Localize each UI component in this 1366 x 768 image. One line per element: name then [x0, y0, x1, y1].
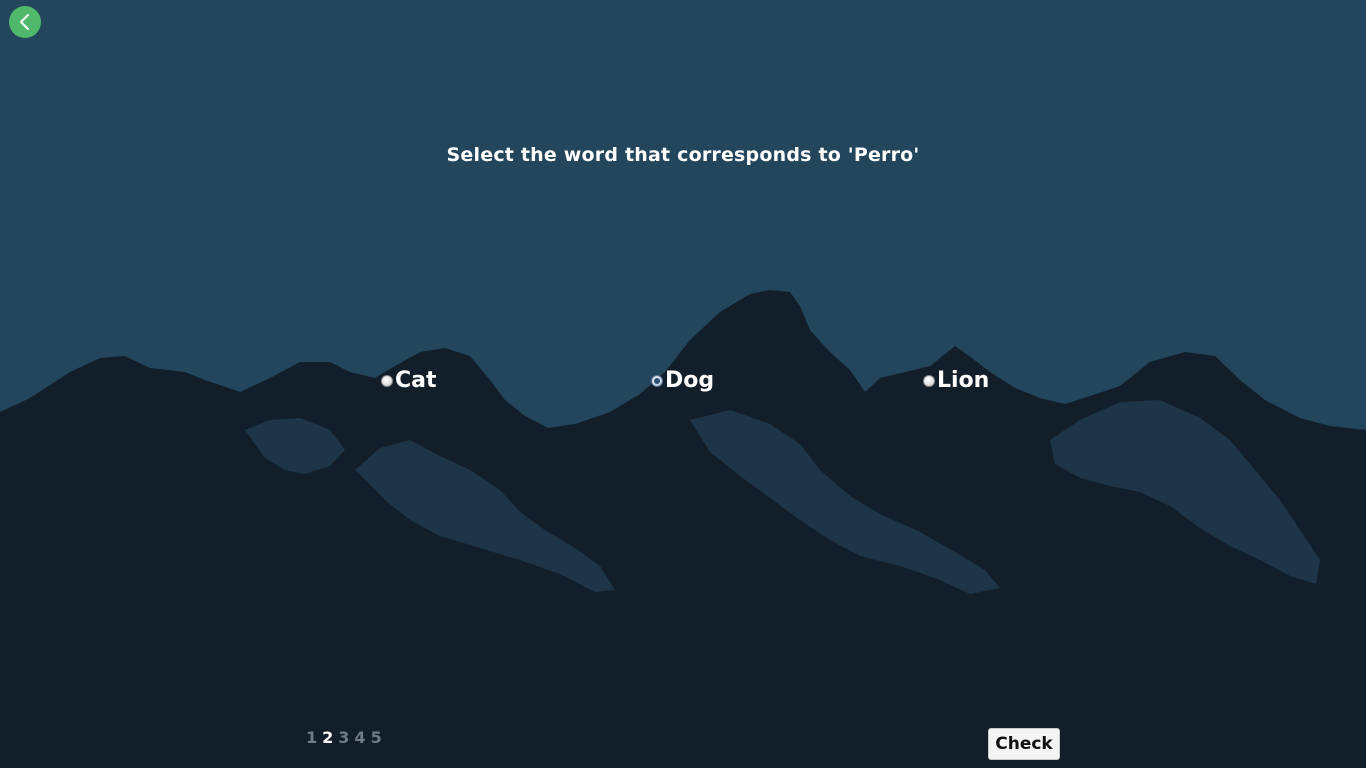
page-3[interactable]: 3	[338, 728, 349, 747]
question-pager: 1 2 3 4 5	[306, 728, 382, 747]
option-cat[interactable]: Cat	[381, 368, 437, 393]
page-4[interactable]: 4	[354, 728, 365, 747]
quiz-screen: Select the word that corresponds to 'Per…	[0, 0, 1366, 768]
page-5[interactable]: 5	[371, 728, 382, 747]
radio-cat[interactable]	[381, 374, 393, 387]
radio-dog[interactable]	[651, 374, 663, 387]
mountain-silhouette	[0, 290, 1366, 768]
radio-lion[interactable]	[923, 374, 935, 387]
option-label-lion: Lion	[937, 368, 990, 393]
option-dog[interactable]: Dog	[651, 368, 714, 393]
option-label-dog: Dog	[665, 368, 715, 393]
check-button[interactable]: Check	[988, 728, 1060, 760]
page-1[interactable]: 1	[306, 728, 317, 747]
option-label-cat: Cat	[395, 368, 437, 393]
page-2[interactable]: 2	[322, 728, 333, 747]
option-lion[interactable]: Lion	[923, 368, 989, 393]
back-button[interactable]	[9, 6, 41, 38]
question-text: Select the word that corresponds to 'Per…	[446, 144, 920, 166]
chevron-left-icon	[20, 14, 29, 30]
